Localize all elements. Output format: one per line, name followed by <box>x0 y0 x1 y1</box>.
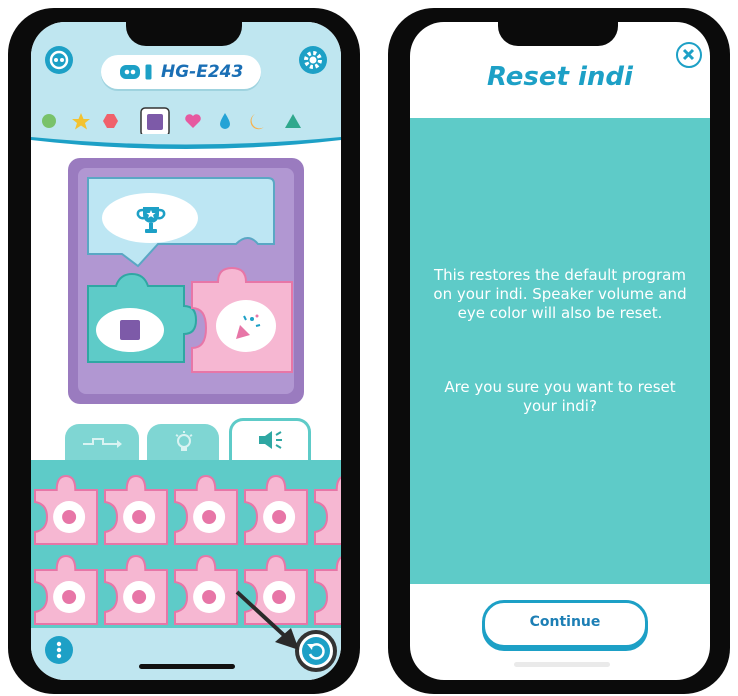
robot-name: HG-E243 <box>161 62 244 82</box>
fast-forward-sound-icon <box>62 510 77 524</box>
pink-heart-icon[interactable] <box>185 114 201 128</box>
blue-drop-icon[interactable] <box>220 113 230 129</box>
spin-sound-icon <box>132 510 147 524</box>
dialog-panel <box>410 118 710 584</box>
home-indicator <box>139 664 235 669</box>
speaker-icon <box>256 429 284 455</box>
balloon-sound-icon <box>272 510 287 524</box>
tab-lights[interactable] <box>147 424 219 460</box>
tab-sounds[interactable] <box>229 418 311 463</box>
pause-sound-icon <box>202 510 217 524</box>
spin-around-sound-icon <box>132 590 147 604</box>
tab-motion[interactable] <box>65 424 139 460</box>
more-dots-icon[interactable] <box>45 636 73 664</box>
purple-square-icon <box>147 114 163 130</box>
sound-tile[interactable] <box>34 474 98 545</box>
sound-tile[interactable] <box>104 554 168 625</box>
right-notch <box>498 22 618 46</box>
yellow-star-icon[interactable] <box>72 113 90 130</box>
orange-moon-icon[interactable] <box>250 114 264 130</box>
teal-triangle-icon[interactable] <box>285 114 301 128</box>
header-wave <box>31 134 341 149</box>
left-notch <box>126 22 242 46</box>
sound-tile-partial[interactable] <box>314 556 341 625</box>
party-horn-icon <box>230 310 264 348</box>
party-horn-sound-icon <box>202 590 217 604</box>
dialog-question: Are you sure you want to reset your indi… <box>444 378 676 415</box>
trophy-icon <box>134 202 168 240</box>
category-tabs <box>31 414 341 463</box>
green-circle-icon[interactable] <box>42 114 56 128</box>
robot-face-icon <box>119 64 141 84</box>
lightbulb-icon <box>173 430 195 458</box>
continue-button-label: Continue <box>529 614 601 630</box>
sound-tile[interactable] <box>34 554 98 625</box>
dialog-title: Reset indi <box>487 62 633 92</box>
sound-tile[interactable] <box>244 474 308 545</box>
left-phone-frame: HG-E243 <box>8 8 360 694</box>
robot-name-pill[interactable]: HG-E243 <box>101 55 261 89</box>
dialog-body: This restores the default program on you… <box>433 266 687 322</box>
wire-arrow-icon <box>81 434 123 454</box>
settings-gear-icon[interactable] <box>299 46 327 74</box>
sound-tile[interactable] <box>104 474 168 545</box>
home-indicator <box>514 662 610 667</box>
pointer-arrow <box>235 590 299 650</box>
continue-button[interactable]: Continue <box>482 600 648 648</box>
purple-square-icon <box>120 320 140 340</box>
reset-dialog-screen: Reset indi This restores the default pro… <box>410 22 710 680</box>
close-x-icon[interactable] <box>676 42 702 68</box>
program-board <box>68 158 304 404</box>
battery-icon <box>145 64 152 84</box>
right-phone-frame: Reset indi This restores the default pro… <box>388 8 730 694</box>
profile-swap-icon[interactable] <box>45 46 73 74</box>
indi-app-screen: HG-E243 <box>31 22 341 680</box>
red-hexagon-icon[interactable] <box>103 114 118 128</box>
speed-sound-icon <box>62 590 77 604</box>
sound-tile-partial[interactable] <box>314 476 341 545</box>
sound-tile[interactable] <box>174 474 238 545</box>
